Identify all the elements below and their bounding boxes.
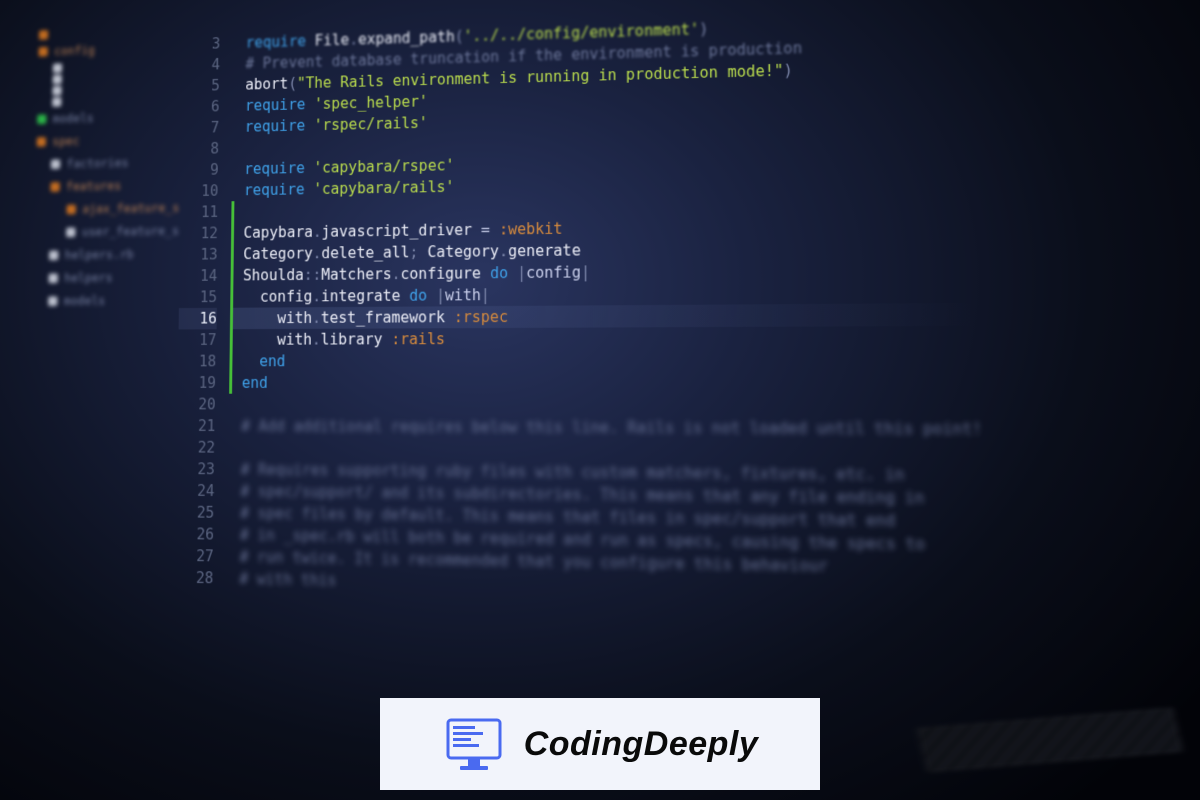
line-number: 21 [177, 415, 215, 437]
code-line[interactable]: with.test_framework :rspec [233, 303, 980, 329]
sidebar-item-label: features [66, 175, 121, 197]
sidebar-item-label: helpers [64, 267, 113, 289]
line-number: 6 [182, 96, 220, 118]
sidebar-item[interactable]: models [20, 289, 179, 313]
folder-icon [48, 296, 57, 306]
line-number: 26 [175, 523, 214, 545]
code-line[interactable]: end [232, 372, 981, 395]
sidebar-item-label: config [54, 40, 95, 62]
sidebar-item-label: spec [52, 131, 80, 152]
line-number: 7 [181, 117, 219, 139]
sidebar-item-label: models [64, 290, 106, 311]
folder-icon [53, 75, 62, 85]
editor-screen: configmodelsspecfactoriesfeaturesajax_fe… [0, 0, 920, 760]
line-number: 4 [182, 54, 220, 76]
line-number-gutter: 3456789101112131415161718192021222324252… [172, 33, 233, 758]
sidebar-item[interactable]: ajax_feature_spec [22, 196, 180, 221]
sidebar-item[interactable]: factories [23, 150, 181, 176]
line-number: 27 [175, 545, 214, 567]
line-number: 23 [176, 458, 215, 480]
line-number: 22 [177, 437, 215, 459]
folder-icon [39, 47, 48, 57]
code-area[interactable]: require File.expand_path('../../config/e… [228, 10, 990, 784]
folder-icon [49, 251, 58, 261]
folder-icon [37, 137, 46, 147]
sidebar-item-label: models [53, 108, 94, 130]
folder-icon [37, 114, 46, 124]
code-line[interactable] [232, 394, 982, 418]
line-number: 8 [181, 138, 219, 160]
folder-icon [66, 227, 75, 237]
folder-icon [51, 159, 60, 169]
sidebar-item-label: helpers.rb [65, 244, 134, 266]
line-number: 5 [182, 75, 220, 97]
folder-icon [52, 86, 61, 96]
sidebar-item[interactable]: helpers [21, 266, 180, 290]
folder-icon [67, 205, 76, 215]
sidebar-item[interactable]: helpers.rb [21, 242, 180, 267]
line-number: 9 [181, 159, 219, 181]
line-number: 16 [179, 308, 217, 330]
line-number: 24 [176, 480, 215, 502]
line-number: 15 [179, 286, 217, 308]
branding-watermark: CodingDeeply [380, 698, 820, 790]
folder-icon [39, 30, 48, 40]
folder-icon [52, 97, 61, 107]
brand-text: CodingDeeply [524, 725, 759, 764]
sidebar-item[interactable]: spec [24, 127, 182, 153]
sidebar-item-label: user_feature_spec [82, 220, 181, 243]
line-number: 17 [178, 329, 216, 351]
sidebar-item[interactable]: features [23, 173, 181, 199]
line-number: 18 [178, 351, 216, 373]
line-number: 3 [183, 33, 221, 55]
folder-icon [53, 63, 62, 73]
line-number: 28 [175, 567, 214, 590]
folder-icon [50, 182, 59, 192]
line-number: 11 [180, 201, 218, 223]
line-number: 25 [176, 502, 215, 524]
code-line[interactable]: end [232, 349, 980, 372]
line-number: 10 [180, 180, 218, 202]
code-line[interactable]: with.library :rails [233, 326, 981, 351]
line-number: 19 [178, 372, 216, 394]
line-number: 12 [180, 223, 218, 245]
file-explorer-sidebar[interactable]: configmodelsspecfactoriesfeaturesajax_fe… [11, 15, 183, 756]
sidebar-item-label: ajax_feature_spec [82, 197, 180, 220]
line-number: 20 [177, 394, 215, 416]
sidebar-item[interactable]: user_feature_spec [22, 219, 180, 244]
monitor-icon [442, 712, 506, 776]
line-number: 13 [180, 244, 218, 266]
sidebar-item-label: factories [66, 152, 128, 174]
code-editor[interactable]: 3456789101112131415161718192021222324252… [172, 0, 989, 784]
line-number: 14 [179, 265, 217, 287]
folder-icon [49, 273, 58, 283]
